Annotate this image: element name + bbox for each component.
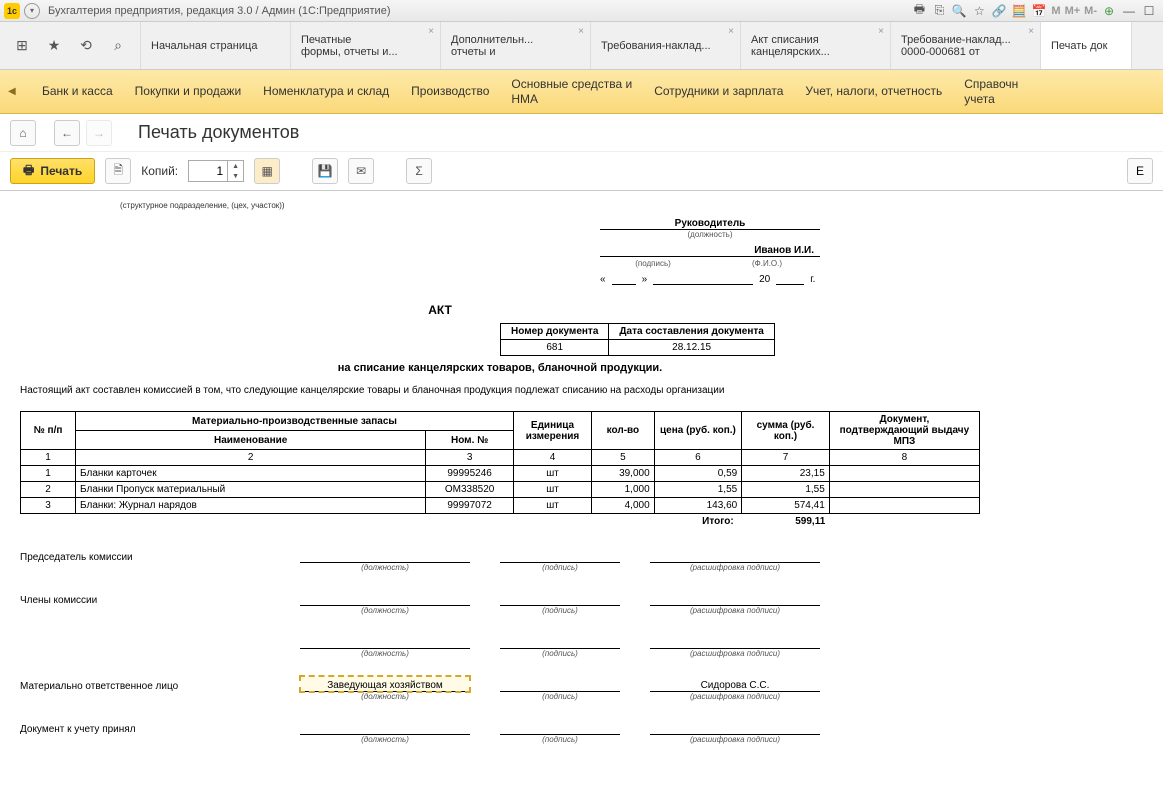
close-icon[interactable]: × — [728, 26, 734, 37]
star-icon[interactable]: ☆ — [970, 3, 988, 19]
search-icon[interactable]: ⌕ — [106, 34, 130, 58]
mem-mminus[interactable]: M- — [1084, 5, 1097, 17]
head-role: Руководитель — [600, 216, 820, 230]
minimize-icon[interactable]: — — [1120, 3, 1138, 19]
link-icon[interactable]: 🔗 — [990, 3, 1008, 19]
history-icon[interactable]: ⟲ — [74, 34, 98, 58]
mail-button[interactable]: ✉ — [348, 158, 374, 184]
action-toolbar: 🖶 Печать 🗎 Копий: ▲▼ ▦ 💾 ✉ Σ Е — [0, 152, 1163, 190]
doc-number-table: Номер документаДата составления документ… — [500, 323, 775, 356]
calendar-icon[interactable]: 📅 — [1030, 3, 1048, 19]
page-title: Печать документов — [138, 122, 299, 143]
dropdown-icon[interactable]: ▾ — [24, 3, 40, 19]
resp-name-field: Сидорова С.С. — [650, 676, 820, 692]
head-name: Иванов И.И. — [600, 243, 820, 257]
sig-accepted-label: Документ к учету принял — [20, 724, 300, 735]
document: (структурное подразделение, (цех, участо… — [20, 201, 980, 744]
grid-button[interactable]: ▦ — [254, 158, 280, 184]
nav-assets[interactable]: Основные средства и НМА — [511, 77, 632, 106]
tab-printforms[interactable]: Печатныеформы, отчеты и...× — [291, 22, 441, 69]
app-title: Бухгалтерия предприятия, редакция 3.0 / … — [48, 5, 390, 17]
preview-icon[interactable]: 🔍 — [950, 3, 968, 19]
copies-spinner[interactable]: ▲▼ — [188, 160, 244, 182]
spin-down-icon[interactable]: ▼ — [228, 171, 243, 181]
save-button[interactable]: 💾 — [312, 158, 338, 184]
tab-requirements[interactable]: Требования-наклад...× — [591, 22, 741, 69]
print-icon[interactable]: 🖶 — [910, 3, 928, 19]
copy-icon[interactable]: ⎘ — [930, 3, 948, 19]
table-row: 1Бланки карточек99995246шт39,0000,5923,1… — [21, 466, 980, 482]
titlebar: 1c ▾ Бухгалтерия предприятия, редакция 3… — [0, 0, 1163, 22]
sig-chair-label: Председатель комиссии — [20, 552, 300, 563]
home-button[interactable]: ⌂ — [10, 120, 36, 146]
head-role-cap: (должность) — [600, 230, 820, 239]
sig-members-label: Члены комиссии — [20, 595, 300, 606]
apps-icon[interactable]: ⊞ — [10, 34, 34, 58]
spin-up-icon[interactable]: ▲ — [228, 161, 243, 171]
right-button[interactable]: Е — [1127, 158, 1153, 184]
table-row: 2Бланки Пропуск материальныйОМ338520шт1,… — [21, 482, 980, 498]
table-row: 3Бланки: Журнал нарядов99997072шт4,00014… — [21, 498, 980, 514]
printer-icon: 🖶 — [23, 161, 34, 182]
back-button[interactable]: ← — [54, 120, 80, 146]
sum-button[interactable]: Σ — [406, 158, 432, 184]
resp-position-field[interactable]: Заведующая хозяйством — [300, 676, 470, 692]
nav-purchases[interactable]: Покупки и продажи — [135, 84, 242, 98]
maximize-icon[interactable]: ☐ — [1140, 3, 1158, 19]
favorite-icon[interactable]: ★ — [42, 34, 66, 58]
app-logo-icon: 1c — [4, 3, 20, 19]
copies-label: Копий: — [141, 164, 178, 178]
mem-m[interactable]: M — [1051, 5, 1060, 17]
tab-writeoff-act[interactable]: Акт списанияканцелярских...× — [741, 22, 891, 69]
nav-tax[interactable]: Учет, налоги, отчетность — [805, 84, 942, 98]
nav-left-icon[interactable]: ◀ — [8, 86, 20, 97]
tab-start[interactable]: Начальная страница — [141, 22, 291, 69]
close-icon[interactable]: × — [878, 26, 884, 37]
date-line: «» 20 г. — [600, 274, 980, 285]
mem-mplus[interactable]: M+ — [1065, 5, 1081, 17]
nav-production[interactable]: Производство — [411, 84, 489, 98]
preview-button[interactable]: 🗎 — [105, 158, 131, 184]
sub-toolbar: ⌂ ← → Печать документов — [0, 114, 1163, 152]
nav-refs[interactable]: Справочн учета — [964, 77, 1018, 106]
subunit-caption: (структурное подразделение, (цех, участо… — [120, 201, 980, 210]
close-icon[interactable]: × — [578, 26, 584, 37]
document-area[interactable]: (структурное подразделение, (цех, участо… — [0, 190, 1163, 788]
tab-print-docs[interactable]: Печать док — [1041, 22, 1132, 69]
tabbar: ⊞ ★ ⟲ ⌕ Начальная страница Печатныеформы… — [0, 22, 1163, 70]
sig-responsible-label: Материально ответственное лицо — [20, 681, 300, 692]
nav-hr[interactable]: Сотрудники и зарплата — [654, 84, 783, 98]
calc-icon[interactable]: 🧮 — [1010, 3, 1028, 19]
tabbar-fixed: ⊞ ★ ⟲ ⌕ — [0, 22, 141, 69]
doc-heading: АКТ — [410, 303, 470, 317]
forward-button[interactable]: → — [86, 120, 112, 146]
tab-requirement-681[interactable]: Требование-наклад...0000-000681 от× — [891, 22, 1041, 69]
nav-bank[interactable]: Банк и касса — [42, 84, 113, 98]
tab-addreports[interactable]: Дополнительн...отчеты и× — [441, 22, 591, 69]
expand-icon[interactable]: ⊕ — [1100, 3, 1118, 19]
main-table: № п/п Материально-производственные запас… — [20, 411, 980, 529]
main-nav: ◀ Банк и касса Покупки и продажи Номенкл… — [0, 70, 1163, 114]
doc-subtitle: на списание канцелярских товаров, бланоч… — [20, 362, 980, 374]
print-button[interactable]: 🖶 Печать — [10, 158, 95, 184]
copies-input[interactable] — [189, 161, 227, 181]
close-icon[interactable]: × — [428, 26, 434, 37]
nav-inventory[interactable]: Номенклатура и склад — [263, 84, 389, 98]
doc-paragraph: Настоящий акт составлен комиссией в том,… — [20, 384, 980, 397]
close-icon[interactable]: × — [1028, 26, 1034, 37]
